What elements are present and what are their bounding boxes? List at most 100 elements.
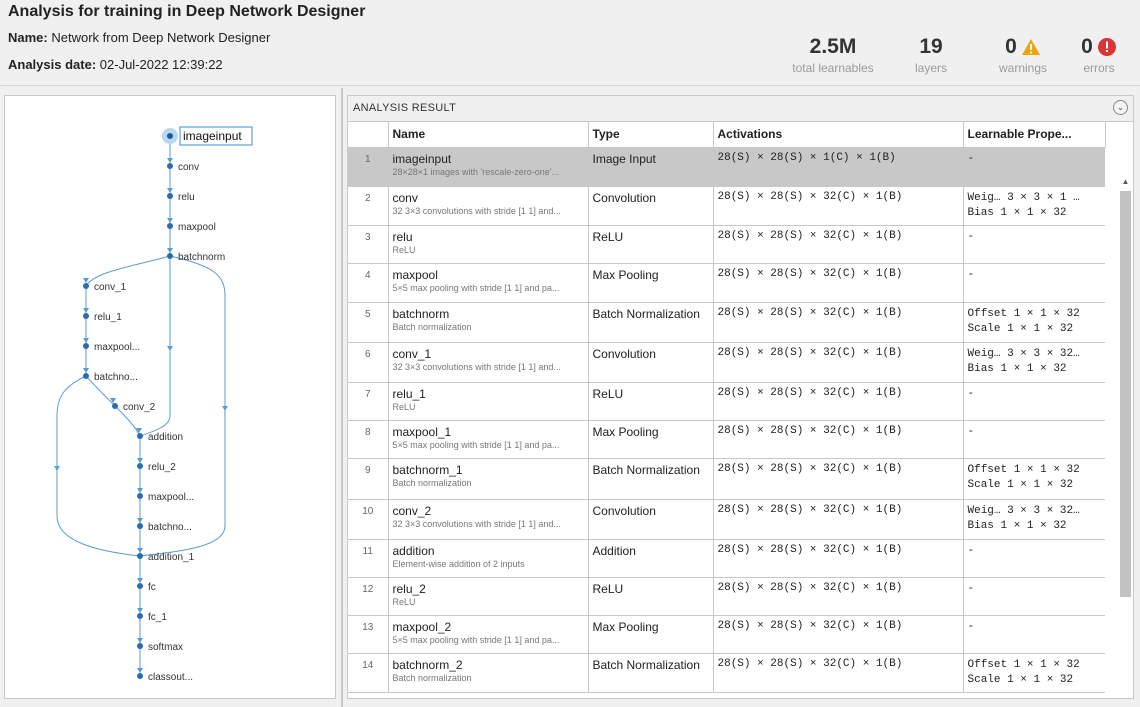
graph-node[interactable]	[83, 313, 89, 319]
layer-learnables: -	[963, 539, 1106, 578]
layer-learnables: -	[963, 382, 1106, 421]
table-row[interactable]: 12 relu_2 ReLU ReLU 28(S) × 28(S) × 32(C) × …	[348, 577, 1106, 616]
graph-arrow	[83, 278, 89, 283]
learnable-line-1: -	[967, 230, 975, 243]
graph-node-label[interactable]: relu_1	[94, 312, 122, 323]
graph-node-label[interactable]: fc_1	[148, 612, 167, 623]
graph-node[interactable]	[137, 643, 143, 649]
graph-node-label[interactable]: classout...	[148, 672, 193, 683]
layer-type: Batch Normalization	[588, 458, 714, 500]
vertical-scrollbar[interactable]: ▲ ▼	[1105, 148, 1133, 698]
graph-node-label[interactable]: relu	[178, 192, 195, 203]
layer-activations: 28(S) × 28(S) × 32(C) × 1(B)	[713, 302, 964, 343]
graph-node-label[interactable]: batchnorm	[178, 252, 225, 263]
table-row[interactable]: 8 maxpool_1 5×5 max pooling with stride [1…	[348, 420, 1106, 459]
table-row[interactable]: 1 imageinput 28×28×1 images with 'rescale-…	[348, 147, 1106, 187]
table-row[interactable]: 4 maxpool 5×5 max pooling with stride [1 1…	[348, 263, 1106, 303]
layer-description: ReLU	[392, 401, 416, 412]
table-row[interactable]: 11 addition Element-wise addition of 2 inp…	[348, 539, 1106, 578]
layer-learnables: Offset 1 × 1 × 32 Scale 1 × 1 × 32	[963, 458, 1106, 500]
graph-node-label[interactable]: maxpool	[178, 222, 216, 233]
layer-activations: 28(S) × 28(S) × 1(C) × 1(B)	[713, 147, 964, 187]
column-header-index[interactable]	[348, 122, 389, 148]
layer-type: Batch Normalization	[588, 653, 714, 693]
table-row[interactable]: 9 batchnorm_1 Batch normalization Batch Nor…	[348, 458, 1106, 500]
graph-node[interactable]	[137, 433, 143, 439]
table-row[interactable]: 6 conv_1 32 3×3 convolutions with stride […	[348, 342, 1106, 383]
row-index: 4	[348, 263, 389, 303]
graph-node-label[interactable]: batchno...	[148, 522, 192, 533]
name-label: Name:	[8, 30, 48, 45]
column-header-type[interactable]: Type	[588, 122, 714, 148]
graph-node[interactable]	[137, 493, 143, 499]
network-graph[interactable]: imageinput conv relu maxpool batchnorm conv_1…	[5, 96, 335, 698]
graph-arrow	[167, 188, 173, 193]
graph-node[interactable]	[137, 523, 143, 529]
learnable-line-2: Bias 1 × 1 × 32	[967, 362, 1067, 375]
graph-node[interactable]	[137, 583, 143, 589]
graph-node-label[interactable]: fc	[148, 582, 156, 593]
row-index: 8	[348, 420, 389, 459]
graph-node[interactable]	[137, 463, 143, 469]
layer-activations: 28(S) × 28(S) × 32(C) × 1(B)	[713, 653, 964, 693]
graph-node[interactable]	[83, 343, 89, 349]
layer-name: addition	[392, 543, 435, 558]
graph-node[interactable]	[167, 133, 173, 139]
graph-node[interactable]	[167, 253, 173, 259]
layer-name: relu_1	[392, 386, 426, 401]
column-header-learnables[interactable]: Learnable Prope...	[963, 122, 1106, 148]
graph-arrow	[137, 608, 143, 613]
graph-arrow	[167, 218, 173, 223]
column-header-activations[interactable]: Activations	[713, 122, 964, 148]
graph-node[interactable]	[167, 193, 173, 199]
scroll-up-icon[interactable]: ▲	[1119, 176, 1132, 188]
graph-node-label[interactable]: imageinput	[183, 129, 242, 143]
layer-activations: 28(S) × 28(S) × 32(C) × 1(B)	[713, 420, 964, 459]
graph-node[interactable]	[112, 403, 118, 409]
graph-node-label[interactable]: maxpool...	[148, 492, 194, 503]
graph-arrow	[137, 668, 143, 673]
row-index: 14	[348, 653, 389, 693]
graph-node-label[interactable]: softmax	[148, 642, 183, 653]
table-row[interactable]: 13 maxpool_2 5×5 max pooling with stride […	[348, 615, 1106, 654]
graph-node[interactable]	[137, 613, 143, 619]
table-header-row: Name Type Activations Learnable Prope...	[348, 122, 1106, 148]
layer-name-cell: addition Element-wise addition of 2 input…	[388, 539, 589, 578]
panel-splitter[interactable]	[341, 88, 343, 707]
layer-learnables: Offset 1 × 1 × 32 Scale 1 × 1 × 32	[963, 302, 1106, 343]
graph-node[interactable]	[167, 223, 173, 229]
graph-node[interactable]	[167, 163, 173, 169]
collapse-button[interactable]: ⌄	[1113, 100, 1128, 115]
graph-node-label[interactable]: batchno...	[94, 372, 138, 383]
graph-node[interactable]	[137, 673, 143, 679]
layer-description: 28×28×1 images with 'rescale-zero-one'..…	[392, 166, 560, 177]
learnable-line-2: Bias 1 × 1 × 32	[967, 519, 1067, 532]
graph-node-label[interactable]: addition_1	[148, 552, 195, 563]
table-row[interactable]: 5 batchnorm Batch normalization Batch Norma…	[348, 302, 1106, 343]
learnable-line-1: -	[967, 582, 975, 595]
table-row[interactable]: 3 relu ReLU ReLU 28(S) × 28(S) × 32(C) × 1(B…	[348, 225, 1106, 264]
table-row[interactable]: 10 conv_2 32 3×3 convolutions with stride …	[348, 499, 1106, 540]
table-row[interactable]: 7 relu_1 ReLU ReLU 28(S) × 28(S) × 32(C) × 1…	[348, 382, 1106, 421]
graph-node[interactable]	[83, 283, 89, 289]
graph-node-label[interactable]: conv_1	[94, 282, 127, 293]
stat-total-learnables: 2.5M total learnables	[783, 34, 883, 75]
graph-arrow	[137, 518, 143, 523]
layer-name-cell: batchnorm_1 Batch normalization	[388, 458, 589, 500]
graph-node-label[interactable]: relu_2	[148, 462, 176, 473]
layer-description: 32 3×3 convolutions with stride [1 1] an…	[392, 518, 561, 529]
graph-node-label[interactable]: conv	[178, 162, 199, 173]
table-row[interactable]: 2 conv 32 3×3 convolutions with stride [1 …	[348, 186, 1106, 226]
graph-node-label[interactable]: maxpool...	[94, 342, 140, 353]
graph-node-label[interactable]: addition	[148, 432, 183, 443]
graph-node-label[interactable]: conv_2	[123, 402, 156, 413]
table-row[interactable]: 14 batchnorm_2 Batch normalization Batch No…	[348, 653, 1106, 693]
scrollbar-thumb[interactable]	[1120, 191, 1131, 597]
layer-activations: 28(S) × 28(S) × 32(C) × 1(B)	[713, 263, 964, 303]
graph-node[interactable]	[137, 553, 143, 559]
network-graph-panel[interactable]: imageinput conv relu maxpool batchnorm conv_1…	[4, 95, 336, 699]
column-header-name[interactable]: Name	[388, 122, 589, 148]
graph-node[interactable]	[83, 373, 89, 379]
row-index: 6	[348, 342, 389, 383]
layer-name: maxpool	[392, 267, 438, 282]
